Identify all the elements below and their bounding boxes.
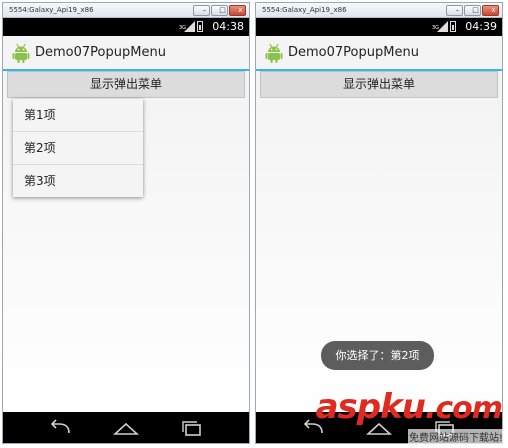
minimize-button[interactable]: – [193,5,210,16]
menu-item-3[interactable]: 第3项 [13,165,143,197]
battery-icon [450,21,456,32]
toast-message: 你选择了：第2项 [321,341,434,370]
emulator-window-left: 5554:Galaxy_Api19_x86 – □ x 3G 04:38 Dem… [2,2,250,444]
maximize-button[interactable]: □ [211,5,228,16]
recent-apps-icon[interactable] [177,418,207,438]
emulator-window-right: 5554:Galaxy_Api19_x86 – □ x 3G 04:39 Dem… [255,2,503,444]
status-clock: 04:38 [212,20,244,33]
site-watermark: aspku.com [315,387,503,427]
popup-menu: 第1项 第2项 第3项 [13,99,143,197]
status-clock: 04:39 [465,20,497,33]
app-title: Demo07PopupMenu [35,45,166,60]
show-popup-menu-button[interactable]: 显示弹出菜单 [7,71,245,98]
emulator-title: 5554:Galaxy_Api19_x86 [262,6,347,14]
show-popup-menu-button[interactable]: 显示弹出菜单 [260,71,498,98]
site-watermark-subtitle: 免费网站源码下载站! [407,429,504,444]
android-app-icon [265,43,283,63]
navigation-bar [3,412,249,443]
status-bar: 3G 04:39 [256,18,502,36]
signal-icon: 3G [432,21,448,32]
action-bar: Demo07PopupMenu [3,36,249,71]
battery-icon [197,21,203,32]
maximize-button[interactable]: □ [464,5,481,16]
emulator-title-bar: 5554:Galaxy_Api19_x86 – □ x [256,3,502,18]
status-icons: 3G [179,21,203,32]
home-icon[interactable] [111,418,141,438]
action-bar: Demo07PopupMenu [256,36,502,71]
main-content: 显示弹出菜单 你选择了：第2项 [256,71,502,412]
status-bar: 3G 04:38 [3,18,249,36]
signal-icon: 3G [179,21,195,32]
minimize-button[interactable]: – [446,5,463,16]
window-controls: – □ x [193,5,246,16]
close-button[interactable]: x [229,5,246,16]
emulator-title-bar: 5554:Galaxy_Api19_x86 – □ x [3,3,249,18]
close-button[interactable]: x [482,5,499,16]
android-app-icon [12,43,30,63]
emulator-title: 5554:Galaxy_Api19_x86 [9,6,94,14]
window-controls: – □ x [446,5,499,16]
app-title: Demo07PopupMenu [288,45,419,60]
menu-item-1[interactable]: 第1项 [13,99,143,132]
back-icon[interactable] [45,418,75,438]
main-content: 显示弹出菜单 第1项 第2项 第3项 [3,71,249,412]
menu-item-2[interactable]: 第2项 [13,132,143,165]
status-icons: 3G [432,21,456,32]
